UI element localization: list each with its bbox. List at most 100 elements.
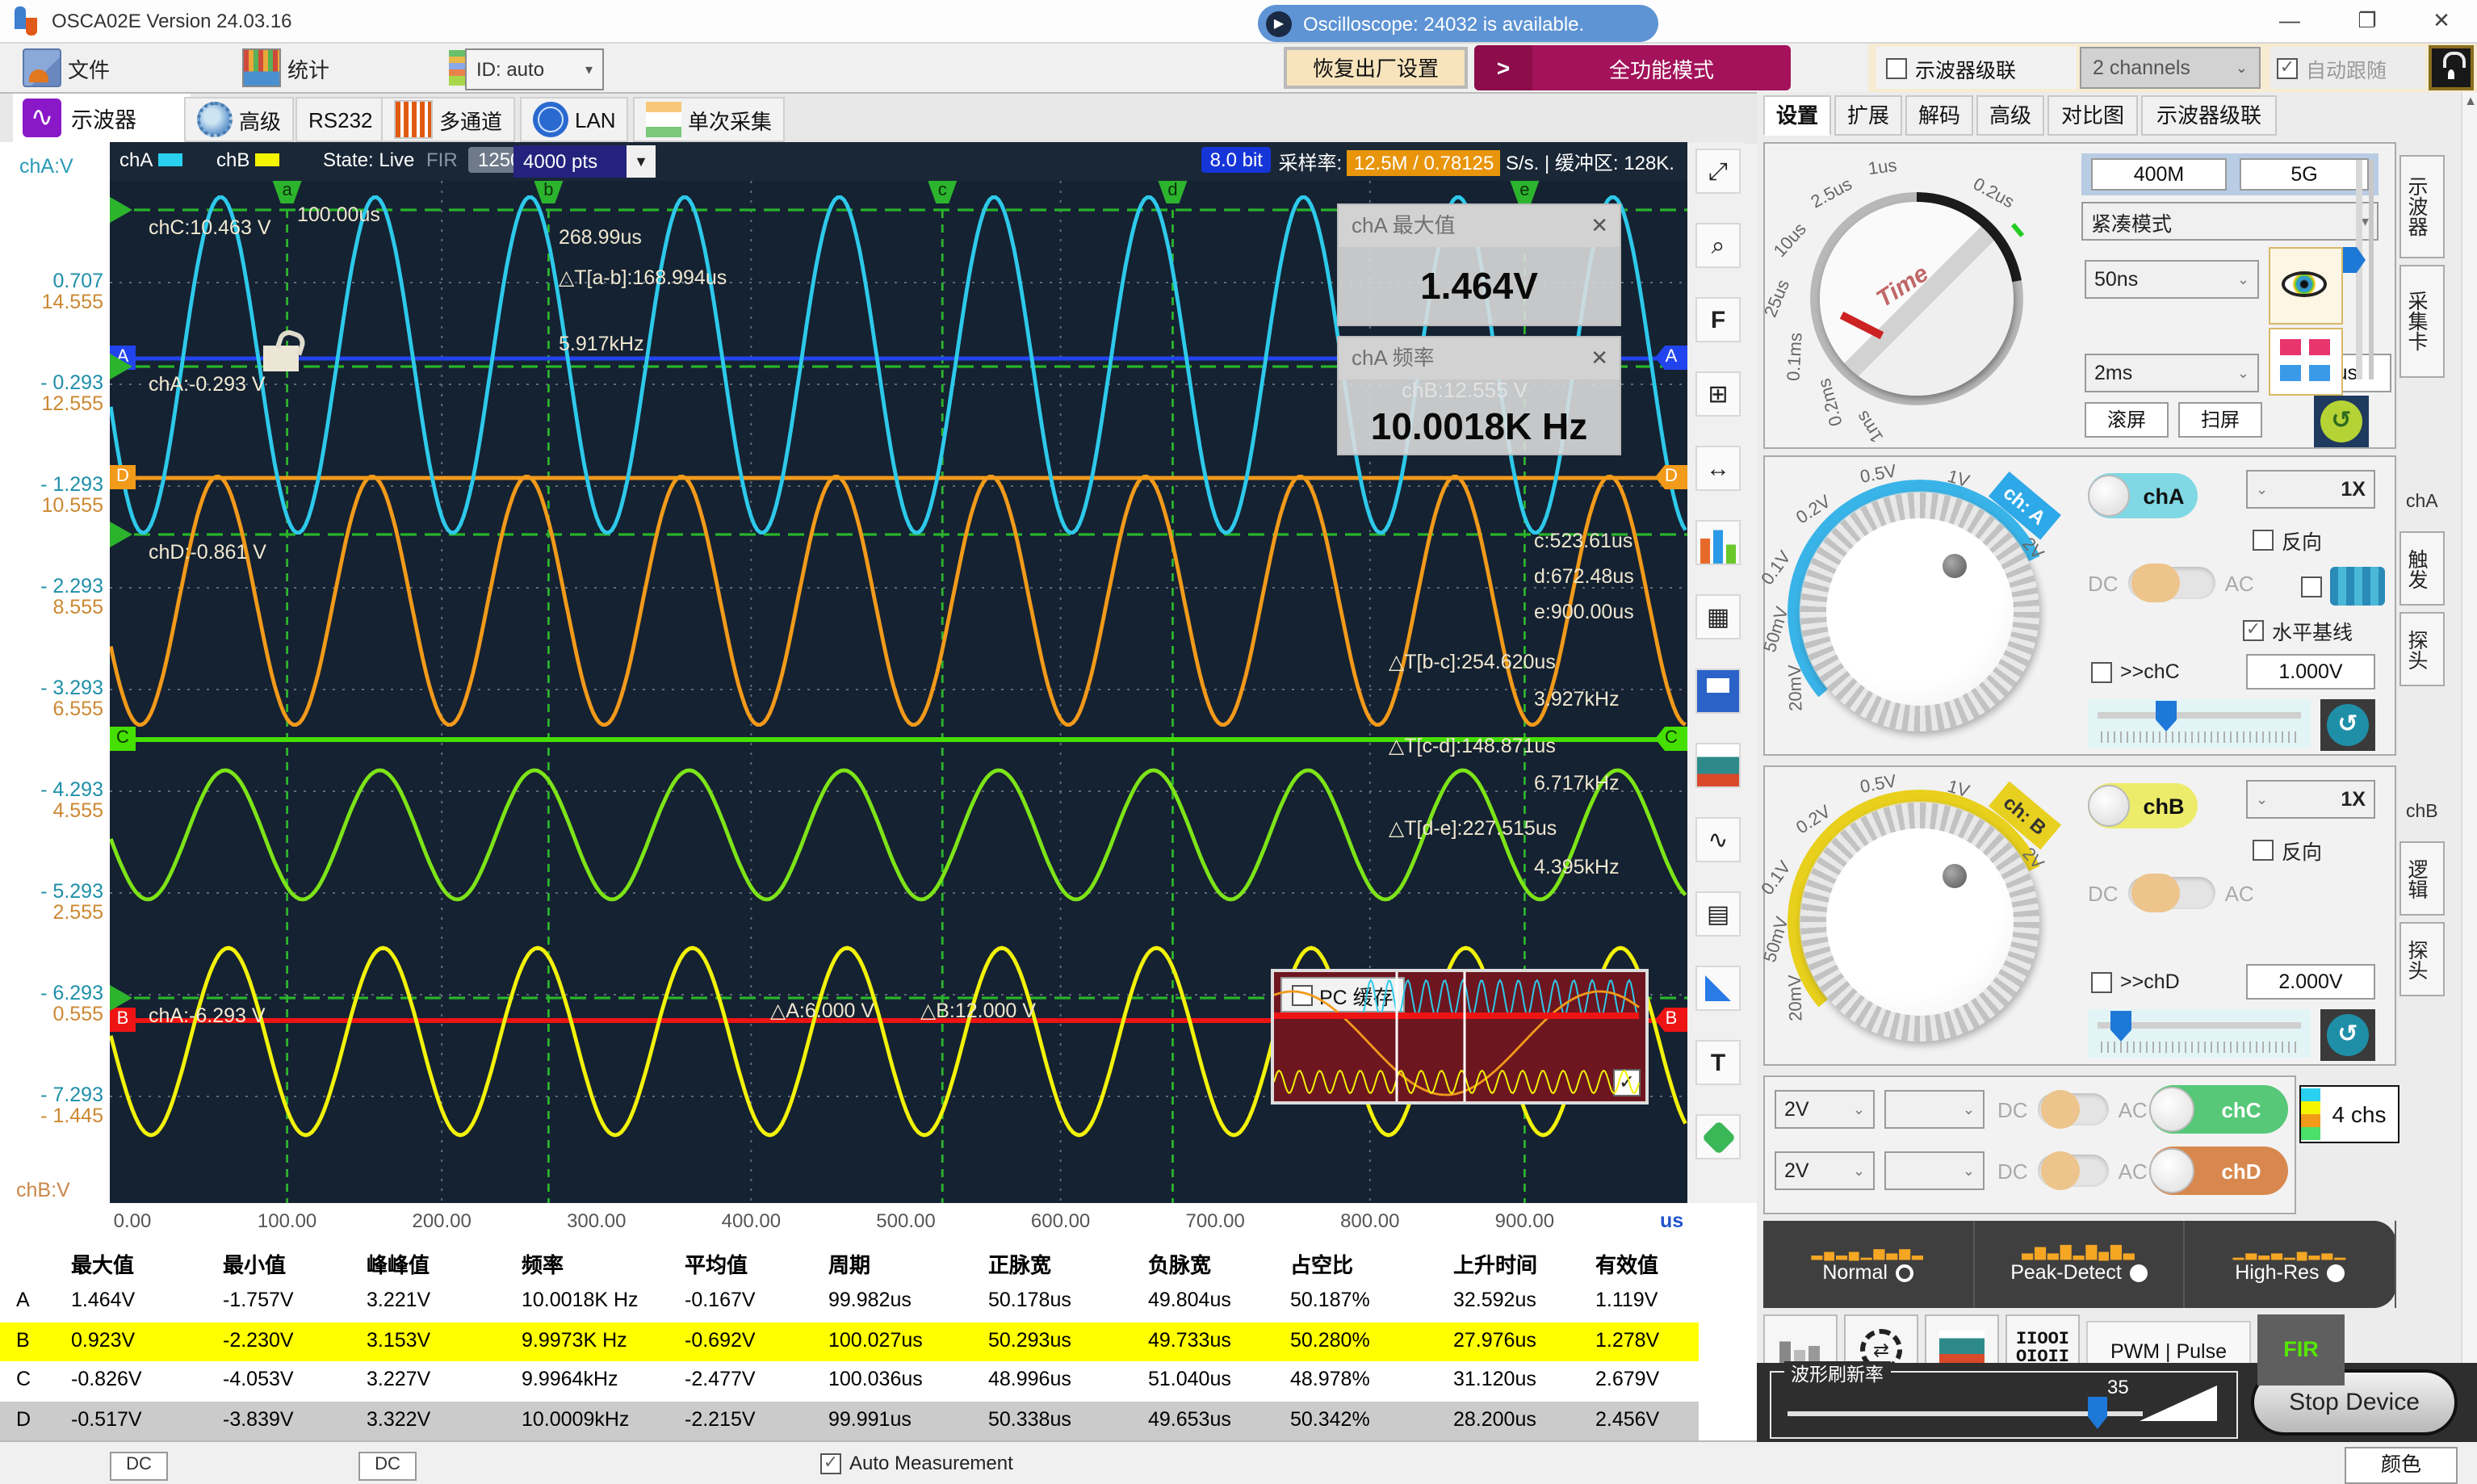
- close-icon[interactable]: ✕: [1591, 205, 1608, 247]
- side-tab-probe-a[interactable]: 探头: [2399, 612, 2445, 686]
- acq-mode-normal[interactable]: ▂▄▂▄▁▅▃▅▂Normal: [1763, 1221, 1974, 1308]
- panel-tab-1[interactable]: 扩展: [1834, 95, 1902, 136]
- coupling-indicator-b[interactable]: DC: [358, 1452, 417, 1481]
- memory-depth-select[interactable]: 4000 pts▼: [513, 145, 656, 178]
- cha-wave-checkbox[interactable]: [2301, 567, 2385, 606]
- lock-button[interactable]: [2429, 45, 2474, 90]
- acq-mode-peak-detect[interactable]: ▃▆▃▇▂▇▄▇▃Peak-Detect: [1974, 1221, 2185, 1308]
- save-icon[interactable]: [1695, 669, 1741, 714]
- tag-icon[interactable]: [1695, 1114, 1741, 1159]
- timebase-coarse-select[interactable]: 2ms⌄: [2085, 354, 2259, 392]
- panel-scrollbar[interactable]: ▲ ▼: [2461, 92, 2477, 1442]
- device-id-select[interactable]: ID: auto▾: [465, 48, 604, 90]
- bandwidth-400m-button[interactable]: 400M: [2091, 158, 2227, 191]
- play-icon[interactable]: ▶: [1266, 10, 1292, 36]
- zoom-icon[interactable]: ⌕: [1695, 223, 1741, 268]
- file-menu[interactable]: 文件: [23, 45, 110, 90]
- chb-coupling-toggle[interactable]: DC AC: [2088, 877, 2254, 909]
- oscilloscope-tab[interactable]: 示波器: [13, 94, 191, 142]
- maximize-button[interactable]: ❐: [2332, 0, 2403, 40]
- channels-select[interactable]: 2 channels⌄: [2080, 47, 2261, 89]
- measurement-popup-freq[interactable]: chA 频率✕ 10.0018K Hz: [1337, 336, 1621, 455]
- chc-coupling-toggle[interactable]: DC AC: [1997, 1093, 2148, 1126]
- advanced-button[interactable]: 高级: [184, 97, 294, 142]
- multichannel-button[interactable]: 多通道: [381, 97, 515, 142]
- table-row-B[interactable]: B0.923V-2.230V3.153V9.9973K Hz-0.692V100…: [0, 1322, 1699, 1361]
- ruler-icon[interactable]: [1695, 966, 1741, 1011]
- ref-arrow-icon[interactable]: [110, 985, 132, 1011]
- cha-probe-mult-select[interactable]: ⌄1X: [2246, 470, 2375, 509]
- chc-probe-select[interactable]: ⌄: [1884, 1090, 1985, 1129]
- grid-icon[interactable]: ⊞: [1695, 371, 1741, 417]
- bandwidth-5g-button[interactable]: 5G: [2240, 158, 2369, 191]
- time-knob[interactable]: Time: [1820, 202, 2014, 396]
- cha-coupling-toggle[interactable]: DC AC: [2088, 567, 2254, 599]
- fir-filter-button[interactable]: FIR: [2257, 1314, 2345, 1385]
- channel-flag-left-C[interactable]: C: [110, 727, 136, 751]
- chb-position-slider[interactable]: [2088, 1009, 2311, 1058]
- table-row-D[interactable]: D-0.517V-3.839V3.322V10.0009kHz-2.215V99…: [0, 1401, 1699, 1440]
- chd-enable-toggle[interactable]: chD: [2149, 1147, 2288, 1195]
- image-icon[interactable]: [1695, 743, 1741, 788]
- side-tab-logic[interactable]: 逻辑: [2399, 841, 2445, 916]
- full-function-mode-button[interactable]: > 全功能模式: [1474, 45, 1791, 90]
- close-icon[interactable]: ✕: [1591, 337, 1608, 379]
- panel-tab-3[interactable]: 高级: [1976, 95, 2044, 136]
- ref-arrow-icon[interactable]: [110, 354, 132, 379]
- cascade-checkbox[interactable]: 示波器级联: [1876, 47, 2077, 89]
- table-row-A[interactable]: A1.464V-1.757V3.221V10.0018K Hz-0.167V99…: [0, 1282, 1699, 1322]
- restore-factory-button[interactable]: 恢复出厂设置: [1284, 47, 1468, 89]
- f-icon[interactable]: F: [1695, 297, 1741, 342]
- acq-mode-high-res[interactable]: ▁▃▂▃▁▄▂▃▁High-Res: [2186, 1221, 2396, 1308]
- fullscreen-icon[interactable]: ⤢: [1695, 149, 1741, 194]
- t-icon[interactable]: T: [1695, 1040, 1741, 1085]
- chc-enable-toggle[interactable]: chC: [2149, 1085, 2288, 1134]
- h-arrows-icon[interactable]: ↔: [1695, 446, 1741, 491]
- channel-flag-left-B[interactable]: B: [110, 1008, 136, 1032]
- panel-tab-2[interactable]: 解码: [1905, 95, 1973, 136]
- roll-mode-button[interactable]: 滚屏: [2085, 402, 2169, 438]
- single-capture-button[interactable]: 单次采集: [633, 97, 785, 142]
- measurement-popup-max[interactable]: chA 最大值✕ 1.464V: [1337, 203, 1621, 326]
- chb-reset-button[interactable]: ↺: [2320, 1009, 2375, 1061]
- eye-button[interactable]: [2269, 247, 2343, 325]
- panel-tab-settings[interactable]: 设置: [1763, 95, 1831, 136]
- cha-enable-toggle[interactable]: chA: [2088, 473, 2198, 518]
- grid-x-icon[interactable]: ▦: [1695, 594, 1741, 639]
- cha-baseline-checkbox[interactable]: ✓水平基线: [2243, 615, 2353, 646]
- refresh-slider-thumb[interactable]: [2088, 1397, 2107, 1429]
- timebase-fine-select[interactable]: 50ns⌄: [2085, 260, 2259, 299]
- chd-volt-select[interactable]: 2V⌄: [1775, 1151, 1875, 1190]
- side-tab-probe-b[interactable]: 探头: [2399, 922, 2445, 996]
- auto-follow-checkbox[interactable]: ✓ 自动跟随: [2270, 47, 2425, 89]
- cha-invert-checkbox[interactable]: 反向: [2253, 525, 2322, 555]
- chd-probe-select[interactable]: ⌄: [1884, 1151, 1985, 1190]
- minimize-button[interactable]: —: [2254, 0, 2325, 40]
- ref-arrow-icon[interactable]: [110, 197, 132, 223]
- lan-button[interactable]: LAN: [520, 97, 629, 142]
- color-button[interactable]: 颜色: [2345, 1447, 2458, 1484]
- chb-enable-toggle[interactable]: chB: [2088, 783, 2198, 828]
- rs232-button[interactable]: RS232: [295, 97, 386, 142]
- chb-link-chd-checkbox[interactable]: >>chD: [2091, 970, 2180, 993]
- table-row-C[interactable]: C-0.826V-4.053V3.227V9.9964kHz-2.477V100…: [0, 1361, 1699, 1401]
- coupling-indicator-a[interactable]: DC: [110, 1452, 168, 1481]
- side-tab-trigger[interactable]: 触发: [2399, 531, 2445, 606]
- chb-probe-mult-select[interactable]: ⌄1X: [2246, 780, 2375, 819]
- timebase-reset-button[interactable]: ↺: [2314, 396, 2369, 447]
- panel-tab-5[interactable]: 示波器级联: [2141, 95, 2277, 136]
- table-icon[interactable]: ▤: [1695, 891, 1741, 937]
- histogram-icon[interactable]: [1695, 520, 1741, 565]
- display-mode-select[interactable]: 紧凑模式▾: [2081, 202, 2379, 241]
- scrollbar-up-icon[interactable]: ▲: [2462, 92, 2477, 111]
- cursor-pair-button[interactable]: [2269, 328, 2343, 396]
- sweep-mode-button[interactable]: 扫屏: [2178, 402, 2262, 438]
- chd-coupling-toggle[interactable]: DC AC: [1997, 1155, 2148, 1187]
- side-tab-capture-card[interactable]: 采集卡: [2399, 265, 2445, 378]
- scope-display[interactable]: chA chB State: Live FIR 12500 Pts 4000 p…: [110, 142, 1687, 1203]
- cha-position-slider[interactable]: [2088, 699, 2311, 748]
- chb-invert-checkbox[interactable]: 反向: [2253, 835, 2322, 866]
- channel-flag-left-D[interactable]: D: [110, 465, 136, 489]
- cha-link-chc-checkbox[interactable]: >>chC: [2091, 660, 2180, 683]
- chc-volt-select[interactable]: 2V⌄: [1775, 1090, 1875, 1129]
